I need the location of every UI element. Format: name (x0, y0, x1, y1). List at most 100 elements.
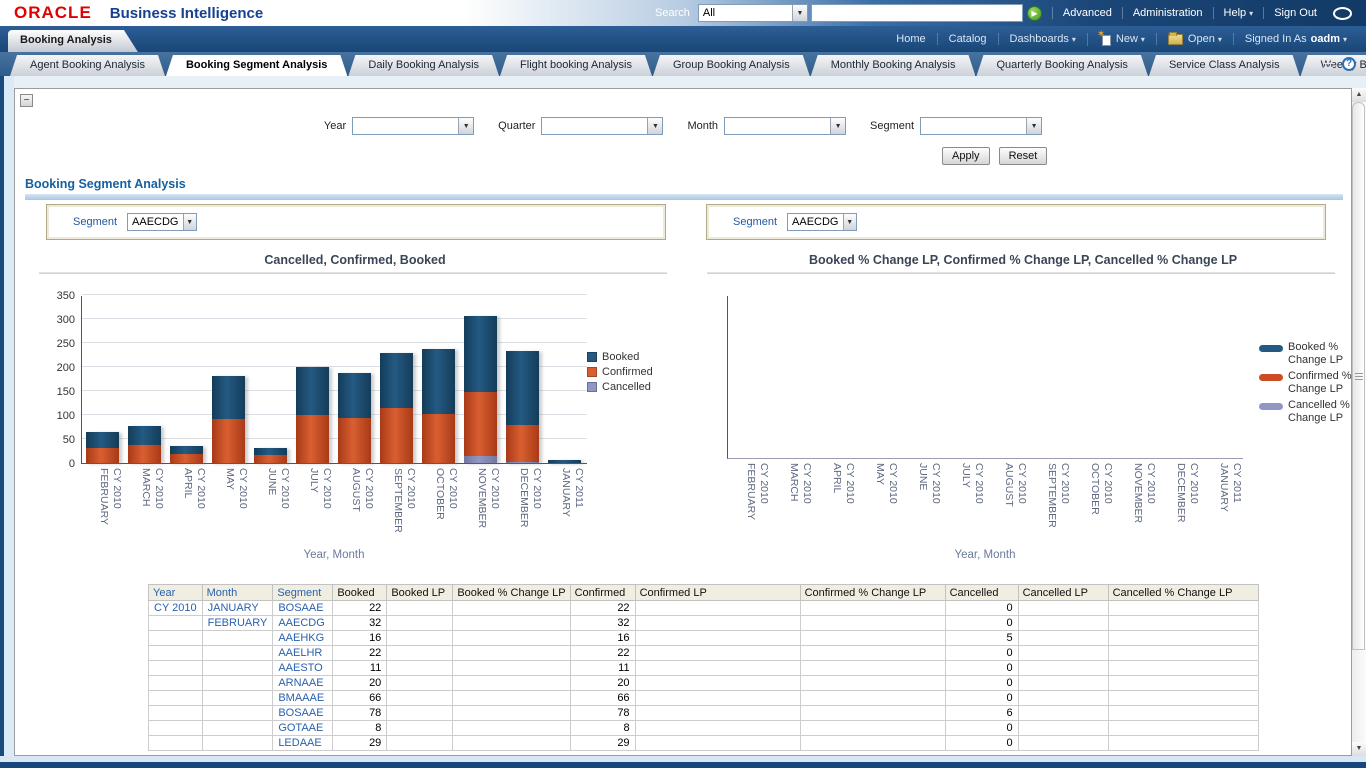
segment-select-left[interactable]: AAECDG ▼ (127, 213, 197, 231)
measure-cell[interactable]: 32 (570, 616, 635, 631)
dimension-cell[interactable]: AAESTO (273, 661, 333, 676)
bar-june[interactable] (254, 448, 287, 463)
signout-link[interactable]: Sign Out (1263, 7, 1327, 19)
dimension-cell[interactable]: BMAAAE (273, 691, 333, 706)
dimension-cell[interactable]: FEBRUARY (202, 616, 273, 631)
column-header-segment[interactable]: Segment (273, 585, 333, 601)
bar-segment-booked[interactable] (128, 426, 161, 445)
column-header-booked-change-lp[interactable]: Booked % Change LP (453, 585, 570, 601)
bar-segment-confirmed[interactable] (296, 415, 329, 463)
measure-cell[interactable]: 16 (333, 631, 387, 646)
measure-cell[interactable]: 0 (945, 601, 1018, 616)
column-header-booked[interactable]: Booked (333, 585, 387, 601)
search-go-icon[interactable]: ▶ (1027, 6, 1042, 21)
bar-october[interactable] (422, 349, 455, 463)
measure-cell[interactable]: 66 (570, 691, 635, 706)
year-select[interactable]: ▼ (352, 117, 474, 135)
chevron-down-icon[interactable]: ▼ (647, 118, 662, 134)
bar-january[interactable] (548, 460, 581, 463)
segment-select[interactable]: ▼ (920, 117, 1042, 135)
chevron-down-icon[interactable]: ▼ (843, 214, 857, 230)
search-input[interactable] (811, 4, 1023, 22)
column-header-month[interactable]: Month (202, 585, 273, 601)
page-options-icon[interactable]: ☰ (1322, 56, 1334, 72)
bar-segment-booked[interactable] (464, 316, 497, 393)
catalog-link[interactable]: Catalog (937, 33, 998, 45)
measure-cell[interactable]: 22 (570, 601, 635, 616)
bar-segment-cancelled[interactable] (506, 462, 539, 463)
dimension-cell[interactable]: CY 2010 (149, 601, 203, 616)
chevron-down-icon[interactable]: ▼ (792, 5, 807, 21)
measure-cell[interactable]: 0 (945, 721, 1018, 736)
help-menu[interactable]: Help▾ (1213, 7, 1264, 19)
bar-segment-confirmed[interactable] (506, 425, 539, 461)
bar-segment-confirmed[interactable] (212, 419, 245, 463)
month-select[interactable]: ▼ (724, 117, 846, 135)
measure-cell[interactable]: 0 (945, 691, 1018, 706)
bar-segment-booked[interactable] (506, 351, 539, 425)
scroll-down-icon[interactable]: ▼ (1352, 742, 1366, 756)
column-header-cancelled[interactable]: Cancelled (945, 585, 1018, 601)
bar-november[interactable] (464, 316, 497, 463)
reset-button[interactable]: Reset (999, 147, 1048, 165)
collapse-section-button[interactable]: − (20, 94, 33, 107)
measure-cell[interactable]: 22 (333, 601, 387, 616)
bar-segment-confirmed[interactable] (128, 445, 161, 463)
dimension-cell[interactable]: AAECDG (273, 616, 333, 631)
column-header-booked-lp[interactable]: Booked LP (387, 585, 453, 601)
dimension-cell[interactable]: BOSAAE (273, 706, 333, 721)
dimension-cell[interactable]: AAEHKG (273, 631, 333, 646)
bar-segment-booked[interactable] (338, 373, 371, 419)
measure-cell[interactable]: 11 (570, 661, 635, 676)
dimension-cell[interactable]: ARNAAE (273, 676, 333, 691)
open-menu[interactable]: Open▾ (1156, 33, 1233, 45)
bar-segment-confirmed[interactable] (170, 454, 203, 463)
measure-cell[interactable]: 0 (945, 646, 1018, 661)
dimension-cell[interactable]: BOSAAE (273, 601, 333, 616)
bar-segment-confirmed[interactable] (380, 408, 413, 463)
bar-segment-confirmed[interactable] (338, 418, 371, 463)
bar-august[interactable] (338, 373, 371, 463)
bar-september[interactable] (380, 353, 413, 463)
bar-segment-booked[interactable] (254, 448, 287, 455)
measure-cell[interactable]: 6 (945, 706, 1018, 721)
measure-cell[interactable]: 5 (945, 631, 1018, 646)
chevron-down-icon[interactable]: ▼ (1026, 118, 1041, 134)
measure-cell[interactable]: 11 (333, 661, 387, 676)
chevron-down-icon[interactable]: ▼ (458, 118, 473, 134)
segment-select-right[interactable]: AAECDG ▼ (787, 213, 857, 231)
dimension-cell[interactable]: LEDAAE (273, 736, 333, 751)
signed-in-menu[interactable]: Signed In As oadm ▾ (1233, 33, 1358, 45)
chevron-down-icon[interactable]: ▼ (830, 118, 845, 134)
bar-segment-booked[interactable] (212, 376, 245, 419)
column-header-year[interactable]: Year (149, 585, 203, 601)
measure-cell[interactable]: 16 (570, 631, 635, 646)
bar-february[interactable] (86, 432, 119, 463)
apply-button[interactable]: Apply (942, 147, 990, 165)
bar-segment-booked[interactable] (380, 353, 413, 408)
subtab-booking-segment-analysis[interactable]: Booking Segment Analysis (166, 55, 347, 76)
bar-segment-booked[interactable] (422, 349, 455, 414)
subtab-agent-booking-analysis[interactable]: Agent Booking Analysis (10, 55, 165, 76)
measure-cell[interactable]: 0 (945, 736, 1018, 751)
scrollbar-thumb[interactable] (1352, 102, 1365, 650)
measure-cell[interactable]: 8 (333, 721, 387, 736)
search-scope-select[interactable]: All ▼ (698, 4, 808, 22)
new-menu[interactable]: ✶ New▾ (1087, 33, 1156, 46)
chevron-down-icon[interactable]: ▼ (183, 214, 197, 230)
measure-cell[interactable]: 0 (945, 661, 1018, 676)
column-header-cancelled-change-lp[interactable]: Cancelled % Change LP (1108, 585, 1258, 601)
dimension-cell[interactable]: GOTAAE (273, 721, 333, 736)
administration-link[interactable]: Administration (1122, 7, 1213, 19)
column-header-cancelled-lp[interactable]: Cancelled LP (1018, 585, 1108, 601)
subtab-quarterly-booking-analysis[interactable]: Quarterly Booking Analysis (976, 55, 1147, 76)
measure-cell[interactable]: 8 (570, 721, 635, 736)
dashboard-page-tab[interactable]: Booking Analysis (8, 30, 138, 52)
bar-segment-cancelled[interactable] (464, 456, 497, 463)
measure-cell[interactable]: 20 (570, 676, 635, 691)
column-header-confirmed[interactable]: Confirmed (570, 585, 635, 601)
measure-cell[interactable]: 78 (333, 706, 387, 721)
measure-cell[interactable]: 78 (570, 706, 635, 721)
bar-april[interactable] (170, 446, 203, 463)
measure-cell[interactable]: 0 (945, 616, 1018, 631)
